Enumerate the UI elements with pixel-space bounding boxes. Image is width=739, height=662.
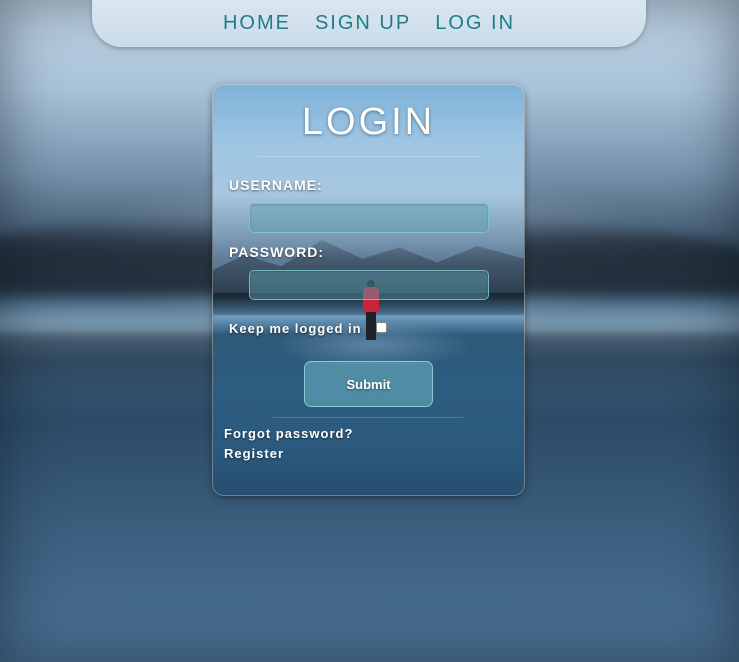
bottom-divider [273, 417, 463, 418]
username-label: USERNAME: [229, 177, 323, 193]
submit-button[interactable]: Submit [304, 361, 433, 407]
keep-logged-in-label: Keep me logged in [229, 321, 362, 336]
nav-home-link[interactable]: HOME [223, 10, 291, 35]
login-card: LOGIN USERNAME: PASSWORD: Keep me logged… [213, 85, 524, 495]
login-title: LOGIN [301, 101, 436, 143]
register-link[interactable]: Register [224, 446, 284, 461]
top-nav: HOME SIGN UP LOG IN [92, 0, 646, 47]
nav-login-link[interactable]: LOG IN [435, 10, 515, 35]
title-divider [258, 156, 479, 157]
password-label: PASSWORD: [229, 244, 325, 260]
forgot-password-link[interactable]: Forgot password? [224, 426, 353, 441]
username-input[interactable] [249, 203, 489, 233]
nav-signup-link[interactable]: SIGN UP [315, 10, 411, 35]
password-input[interactable] [249, 270, 489, 300]
keep-logged-in-checkbox[interactable] [376, 322, 387, 333]
